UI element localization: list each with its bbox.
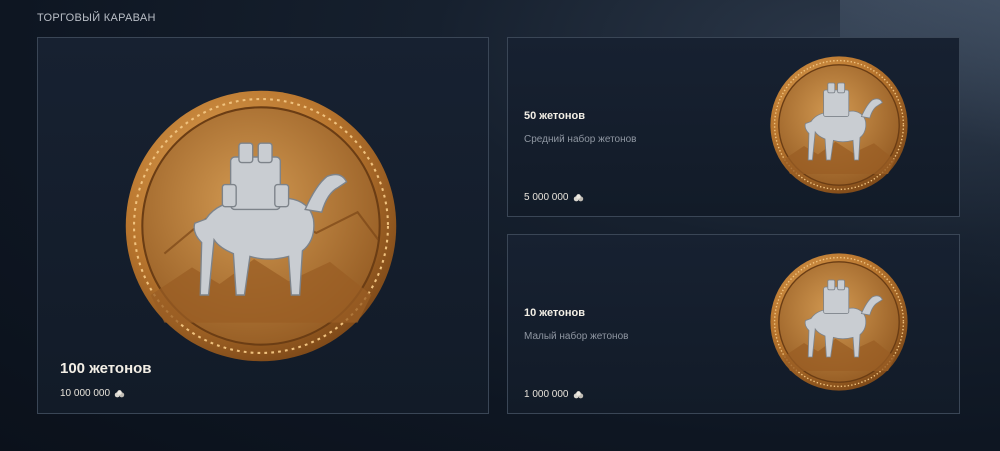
- offer-title: 50 жетонов: [524, 110, 586, 122]
- credits-icon: [573, 390, 583, 398]
- offer-title: 10 жетонов: [524, 307, 586, 319]
- price-value: 5 000 000: [524, 192, 569, 203]
- camel-coin-icon: [123, 88, 399, 364]
- offer-card-100[interactable]: 100 жетонов 10 000 000: [37, 37, 489, 414]
- offer-card-10[interactable]: 10 жетонов Малый набор жетонов 1 000 000: [507, 234, 960, 414]
- price-value: 10 000 000: [60, 388, 111, 399]
- offer-price: 5 000 000: [524, 192, 584, 203]
- offer-card-50[interactable]: 50 жетонов Средний набор жетонов 5 000 0…: [507, 37, 960, 217]
- offer-subtitle: Средний набор жетонов: [524, 134, 637, 145]
- offer-subtitle: Малый набор жетонов: [524, 331, 629, 342]
- offer-price: 10 000 000: [60, 388, 125, 399]
- price-value: 1 000 000: [524, 389, 569, 400]
- section-title: ТОРГОВЫЙ КАРАВАН: [37, 12, 156, 24]
- offer-title: 100 жетонов: [60, 360, 152, 377]
- offer-price: 1 000 000: [524, 389, 584, 400]
- credits-icon: [573, 193, 583, 201]
- credits-icon: [114, 389, 125, 397]
- camel-coin-icon: [769, 252, 909, 392]
- camel-coin-icon: [769, 55, 909, 195]
